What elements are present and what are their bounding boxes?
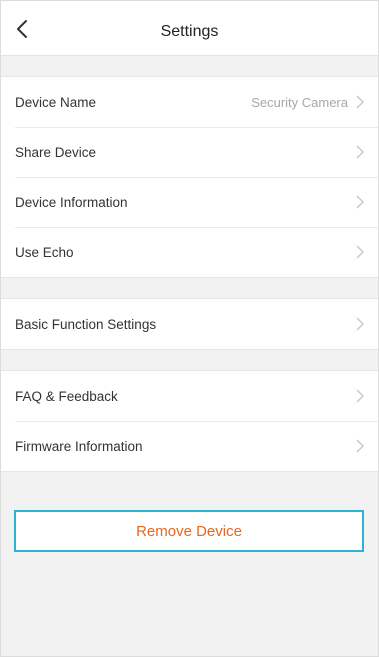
row-firmware-information[interactable]: Firmware Information: [1, 421, 378, 471]
row-label: Device Information: [15, 194, 128, 210]
remove-device-label: Remove Device: [136, 522, 242, 540]
row-label: FAQ & Feedback: [15, 388, 118, 404]
chevron-right-icon: [356, 195, 364, 209]
settings-group-device: Device Name Security Camera Share Device…: [1, 76, 378, 278]
chevron-right-icon: [356, 145, 364, 159]
row-use-echo[interactable]: Use Echo: [1, 227, 378, 277]
row-label: Firmware Information: [15, 438, 143, 454]
row-label: Device Name: [15, 94, 97, 110]
row-share-device[interactable]: Share Device: [1, 127, 378, 177]
row-device-information[interactable]: Device Information: [1, 177, 378, 227]
settings-group-functions: Basic Function Settings: [1, 298, 378, 350]
row-label: Share Device: [15, 144, 97, 160]
chevron-right-icon: [356, 439, 364, 453]
chevron-right-icon: [356, 245, 364, 259]
settings-group-support: FAQ & Feedback Firmware Information: [1, 370, 378, 472]
device-name-value: Security Camera: [251, 94, 348, 110]
nav-bar: Settings: [1, 1, 378, 56]
back-button[interactable]: [11, 18, 33, 40]
row-label: Basic Function Settings: [15, 316, 157, 332]
remove-device-button[interactable]: Remove Device: [14, 510, 364, 552]
row-faq-feedback[interactable]: FAQ & Feedback: [1, 371, 378, 421]
row-label: Use Echo: [15, 244, 74, 260]
row-basic-function-settings[interactable]: Basic Function Settings: [1, 299, 378, 349]
row-device-name[interactable]: Device Name Security Camera: [1, 77, 378, 127]
chevron-right-icon: [356, 95, 364, 109]
chevron-right-icon: [356, 317, 364, 331]
settings-screen: Settings Device Name Security Camera Sha…: [0, 0, 379, 657]
chevron-left-icon: [17, 20, 27, 38]
page-title: Settings: [160, 23, 219, 40]
chevron-right-icon: [356, 389, 364, 403]
